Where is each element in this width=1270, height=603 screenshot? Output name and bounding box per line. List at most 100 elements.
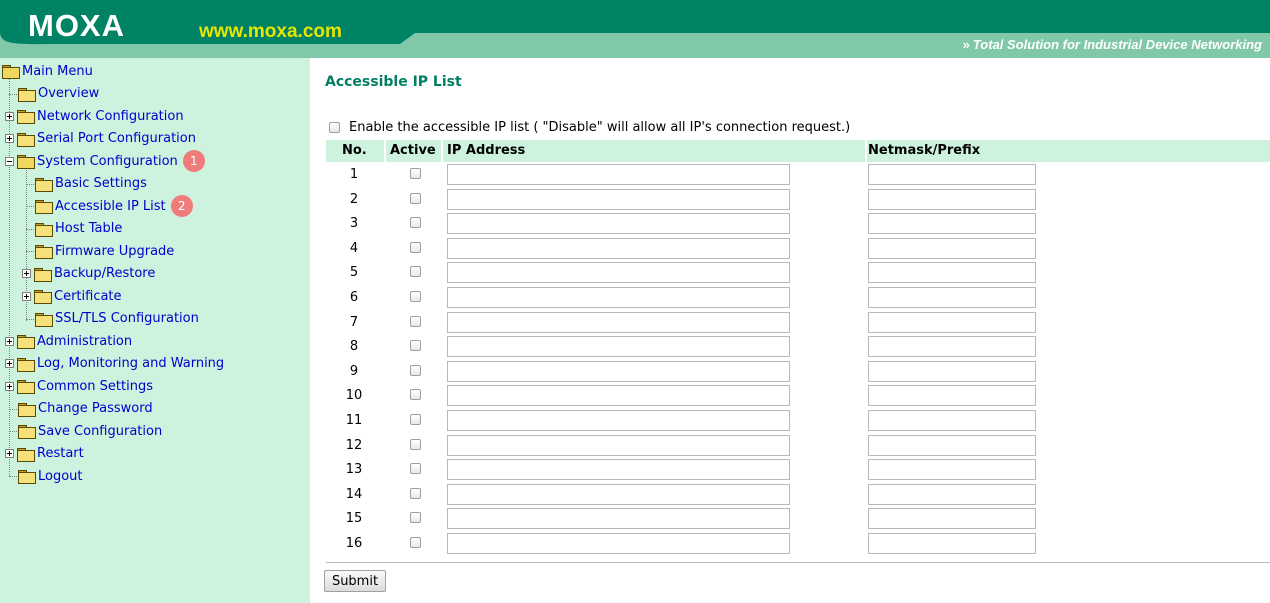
- active-checkbox[interactable]: [410, 512, 421, 524]
- netmask-input[interactable]: [868, 483, 1036, 505]
- table-row: 12: [326, 434, 1270, 458]
- active-checkbox[interactable]: [410, 291, 421, 302]
- website-link[interactable]: www.moxa.com: [199, 21, 342, 43]
- sidebar-item-main-menu[interactable]: Main Menu: [2, 61, 93, 81]
- sidebar-item-log-monitoring-and-warning[interactable]: Log, Monitoring and Warning: [5, 354, 224, 374]
- sidebar-item-label: Accessible IP List: [55, 198, 166, 214]
- folder-icon: [18, 402, 36, 417]
- netmask-input[interactable]: [868, 385, 1036, 407]
- expand-plus-icon[interactable]: [5, 359, 14, 368]
- folder-icon: [17, 357, 35, 372]
- ip-address-input[interactable]: [447, 287, 790, 308]
- active-checkbox[interactable]: [410, 537, 421, 548]
- expand-plus-icon[interactable]: [5, 449, 14, 458]
- netmask-input[interactable]: [868, 360, 1036, 382]
- sidebar-item-accessible-ip-list[interactable]: Accessible IP List 2: [35, 195, 193, 217]
- active-checkbox[interactable]: [410, 192, 421, 204]
- sidebar-item-system-configuration[interactable]: System Configuration 1: [5, 150, 205, 172]
- ip-address-input[interactable]: [447, 434, 790, 456]
- expand-plus-icon[interactable]: [22, 291, 31, 301]
- active-checkbox[interactable]: [410, 168, 421, 179]
- ip-address-input[interactable]: [447, 508, 790, 530]
- active-checkbox[interactable]: [410, 217, 421, 229]
- sidebar-item-ssl-tls-configuration[interactable]: SSL/TLS Configuration: [35, 309, 199, 329]
- ip-address-input[interactable]: [447, 360, 790, 382]
- active-checkbox[interactable]: [410, 315, 421, 327]
- active-checkbox[interactable]: [410, 438, 421, 450]
- netmask-input[interactable]: [868, 262, 1036, 284]
- table-row: 1: [326, 163, 1270, 187]
- netmask-input[interactable]: [868, 237, 1036, 259]
- header-divider: [865, 140, 867, 162]
- expand-plus-icon[interactable]: [5, 336, 14, 346]
- active-checkbox[interactable]: [410, 414, 421, 425]
- enable-ip-list-checkbox[interactable]: [329, 122, 340, 133]
- table-row: 10: [326, 384, 1270, 408]
- active-checkbox[interactable]: [410, 463, 421, 475]
- sidebar-item-backup-restore[interactable]: Backup/Restore: [22, 264, 155, 284]
- ip-address-input[interactable]: [447, 188, 790, 210]
- open-folder-icon: [17, 155, 35, 169]
- netmask-input[interactable]: [868, 164, 1036, 185]
- ip-address-input[interactable]: [447, 336, 790, 358]
- sidebar-item-administration[interactable]: Administration: [5, 331, 132, 351]
- sidebar-item-common-settings[interactable]: Common Settings: [5, 376, 153, 396]
- folder-icon: [18, 87, 36, 102]
- sidebar-item-label: Certificate: [54, 288, 122, 304]
- netmask-input[interactable]: [868, 459, 1036, 481]
- folder-icon: [17, 380, 35, 394]
- tree-branch-line: [9, 476, 17, 477]
- ip-address-input[interactable]: [447, 385, 790, 407]
- row-number: 15: [345, 511, 363, 527]
- sidebar-item-label: Firmware Upgrade: [55, 243, 175, 259]
- header-tagline: » Total Solution for Industrial Device Ne…: [963, 37, 1262, 52]
- ip-address-input[interactable]: [447, 237, 790, 259]
- ip-address-input[interactable]: [447, 483, 790, 505]
- row-number: 14: [345, 486, 363, 502]
- active-checkbox[interactable]: [410, 266, 421, 278]
- sidebar-item-host-table[interactable]: Host Table: [35, 219, 122, 239]
- active-checkbox[interactable]: [410, 389, 421, 401]
- collapse-minus-icon[interactable]: [5, 156, 14, 166]
- active-checkbox[interactable]: [410, 487, 421, 499]
- sidebar-item-restart[interactable]: Restart: [5, 444, 84, 464]
- expand-plus-icon[interactable]: [5, 111, 14, 121]
- sidebar-item-save-configuration[interactable]: Save Configuration: [18, 421, 162, 441]
- netmask-input[interactable]: [868, 508, 1036, 530]
- netmask-input[interactable]: [868, 434, 1036, 456]
- ip-address-input[interactable]: [447, 164, 790, 185]
- netmask-input[interactable]: [868, 410, 1036, 431]
- sidebar-item-change-password[interactable]: Change Password: [18, 399, 153, 419]
- sidebar-item-label: Network Configuration: [37, 108, 184, 124]
- netmask-input[interactable]: [868, 336, 1036, 358]
- ip-address-input[interactable]: [447, 533, 790, 554]
- ip-address-input[interactable]: [447, 311, 790, 333]
- sidebar-item-logout[interactable]: Logout: [18, 466, 83, 486]
- ip-address-input[interactable]: [447, 213, 790, 235]
- submit-button[interactable]: Submit: [324, 570, 386, 592]
- netmask-input[interactable]: [868, 533, 1036, 554]
- sidebar-item-basic-settings[interactable]: Basic Settings: [35, 174, 147, 194]
- active-checkbox[interactable]: [410, 364, 421, 376]
- expand-plus-icon[interactable]: [5, 134, 14, 143]
- netmask-input[interactable]: [868, 188, 1036, 210]
- sidebar-item-network-configuration[interactable]: Network Configuration: [5, 106, 184, 126]
- expand-plus-icon[interactable]: [5, 381, 14, 391]
- sidebar-item-overview[interactable]: Overview: [18, 84, 99, 104]
- netmask-input[interactable]: [868, 311, 1036, 333]
- step-badge: 1: [182, 150, 205, 172]
- active-checkbox[interactable]: [410, 340, 421, 352]
- folder-icon: [18, 470, 36, 484]
- ip-address-input[interactable]: [447, 262, 790, 284]
- sidebar-item-certificate[interactable]: Certificate: [22, 286, 122, 306]
- ip-address-input[interactable]: [447, 410, 790, 431]
- active-checkbox[interactable]: [410, 241, 421, 253]
- tree-branch-line: [26, 318, 34, 320]
- expand-plus-icon[interactable]: [22, 269, 31, 278]
- tree-branch-line: [26, 251, 34, 252]
- ip-address-input[interactable]: [447, 459, 790, 481]
- sidebar-item-firmware-upgrade[interactable]: Firmware Upgrade: [35, 241, 174, 261]
- netmask-input[interactable]: [868, 287, 1036, 308]
- netmask-input[interactable]: [868, 213, 1036, 235]
- sidebar-item-serial-port-configuration[interactable]: Serial Port Configuration: [5, 129, 196, 149]
